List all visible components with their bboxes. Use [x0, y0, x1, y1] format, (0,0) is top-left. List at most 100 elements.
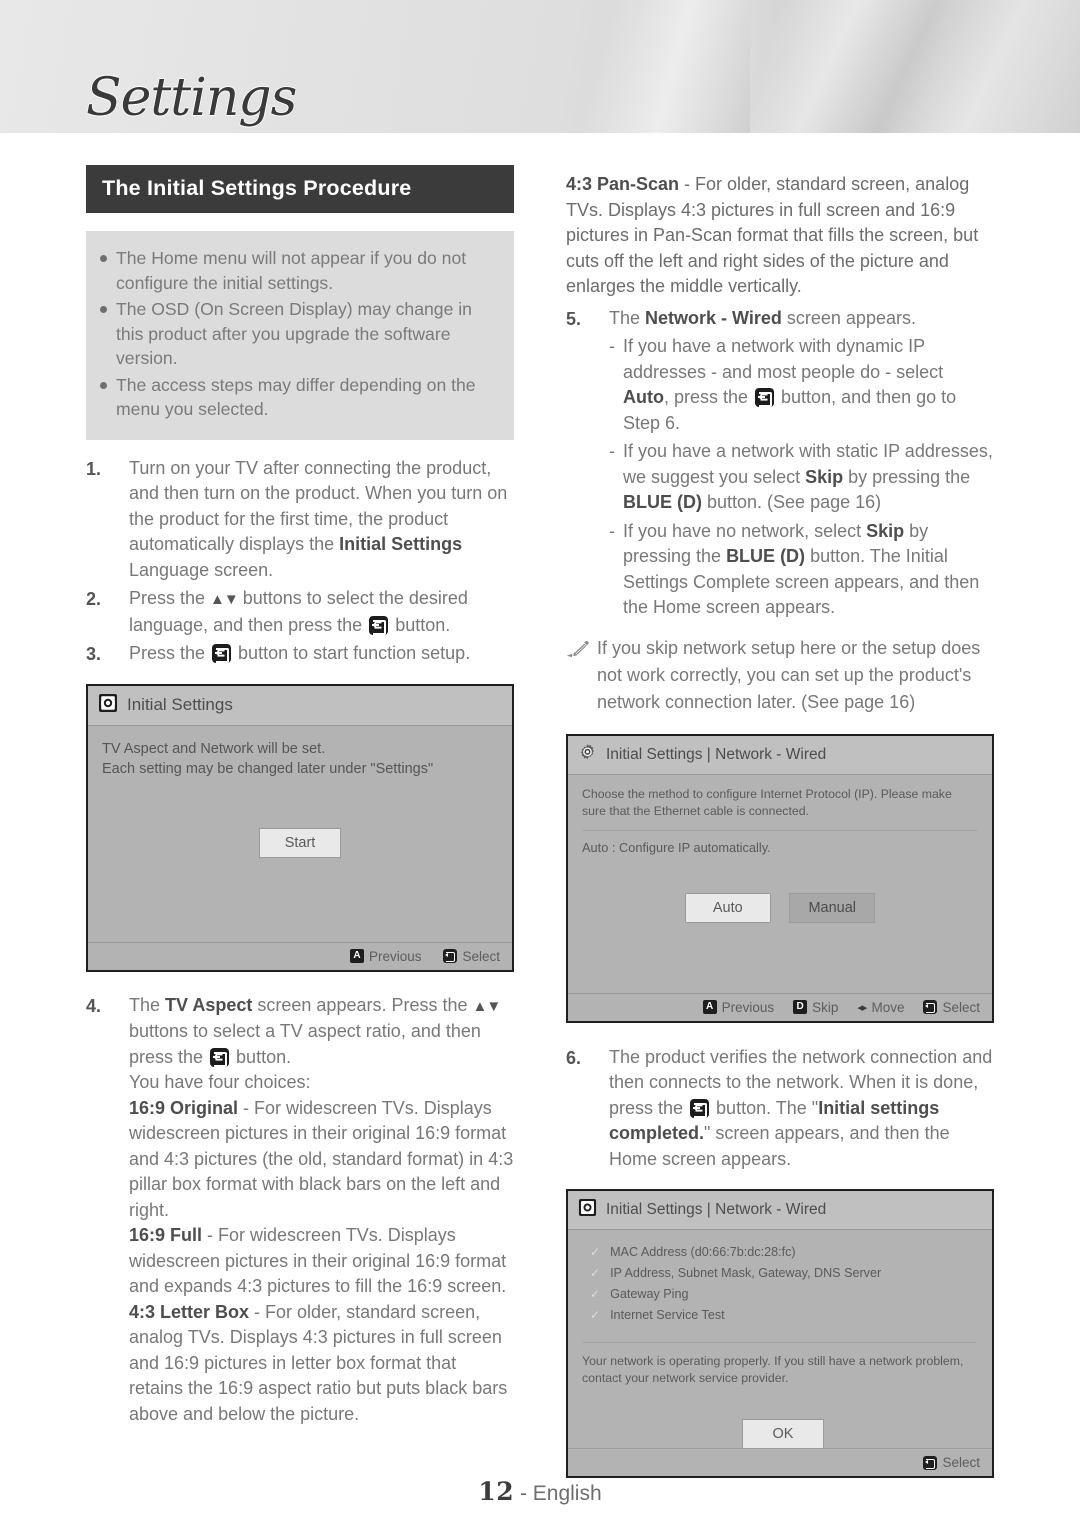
screenshot-footer: Select	[568, 1448, 992, 1476]
screenshot-network-wired-result: Initial Settings | Network - Wired ✓ MAC …	[566, 1189, 994, 1478]
screenshot-title: Initial Settings | Network - Wired	[606, 1201, 827, 1218]
step-5-lead: The Network - Wired screen appears.	[609, 306, 994, 332]
pencil-note-text: If you skip network setup here or the se…	[597, 637, 981, 712]
check-item: ✓ IP Address, Subnet Mask, Gateway, DNS S…	[590, 1263, 976, 1284]
footer-label: Move	[871, 999, 905, 1015]
screenshot-titlebar: Initial Settings | Network - Wired	[568, 735, 992, 775]
start-button[interactable]: Start	[259, 827, 341, 858]
step-number: 2.	[86, 589, 102, 609]
step-text: The	[609, 307, 646, 328]
footer-skip[interactable]: D Skip	[793, 1000, 838, 1015]
key-a-icon: A	[349, 949, 364, 963]
step-text: Press the	[129, 643, 211, 663]
dash-marker: -	[609, 441, 615, 461]
footer-select[interactable]: Select	[923, 1000, 980, 1015]
footer-label: Select	[462, 948, 500, 964]
footer-label: Select	[942, 1455, 980, 1470]
option-label: 16:9 Full	[129, 1225, 203, 1245]
substep-dynamic-ip: - If you have a network with dynamic IP …	[609, 334, 994, 436]
left-right-arrows-icon: ◂▸	[857, 1001, 867, 1014]
config-description: Choose the method to configure Internet …	[582, 786, 952, 818]
enter-button-icon	[210, 1047, 230, 1067]
step-text-end: button.	[390, 614, 451, 635]
check-label: Gateway Ping	[610, 1287, 689, 1301]
step-text-cont2: buttons to select a TV aspect ratio, and…	[129, 1021, 481, 1067]
ok-button[interactable]: OK	[742, 1419, 824, 1449]
footer-select[interactable]: Select	[443, 949, 500, 964]
step-4: 4. The TV Aspect screen appears. Press t…	[86, 993, 514, 1428]
footer-move[interactable]: ◂▸ Move	[857, 1000, 904, 1015]
step-body: Press the button to start function setup…	[129, 641, 514, 668]
screenshot-footer: A Previous D Skip ◂▸ Move Select	[568, 992, 992, 1021]
dash-marker: -	[609, 336, 615, 356]
auto-description: Auto : Configure IP automatically.	[582, 839, 771, 855]
screenshot-footer: A Previous Select	[88, 941, 512, 970]
enter-button-icon	[923, 1455, 938, 1470]
substep-text-cont: , press the	[663, 387, 754, 407]
page-number: 12	[478, 1477, 515, 1506]
key-d-icon: D	[793, 1000, 808, 1014]
step-emphasis: TV Aspect	[165, 994, 253, 1015]
screen-line-1: TV Aspect and Network will be set.	[102, 740, 326, 757]
step-emphasis: Network - Wired	[645, 307, 782, 328]
steps-list-left: 1. Turn on your TV after connecting the …	[86, 456, 514, 668]
footer-label: Previous	[721, 999, 775, 1015]
note-item: The OSD (On Screen Display) may change i…	[100, 297, 498, 371]
steps-list-right: 5. The Network - Wired screen appears. -…	[566, 306, 994, 621]
check-label: MAC Address (d0:66:7b:dc:28:fc)	[610, 1245, 796, 1259]
screenshot-titlebar: Initial Settings | Network - Wired	[568, 1191, 992, 1230]
check-icon: ✓	[590, 1245, 601, 1259]
screenshot-titlebar: Initial Settings	[88, 685, 512, 726]
step-text: The	[129, 994, 166, 1015]
footer-previous[interactable]: A Previous	[349, 949, 421, 964]
check-item: ✓ Internet Service Test	[590, 1305, 976, 1326]
note-item: The Home menu will not appear if you do …	[100, 246, 498, 295]
substep-text-end: button. (See page 16)	[702, 492, 882, 512]
check-icon: ✓	[590, 1266, 601, 1280]
note-item: The access steps may differ depending on…	[100, 373, 498, 422]
up-down-arrows-icon: ▲▼	[472, 997, 502, 1015]
footer-select[interactable]: Select	[923, 1455, 980, 1470]
step-number: 3.	[86, 644, 102, 664]
page-footer: 12 - English	[0, 1477, 1080, 1506]
footer-label: Select	[942, 999, 980, 1015]
step-body: The product verifies the network connect…	[609, 1045, 994, 1173]
auto-button[interactable]: Auto	[684, 892, 771, 923]
page-banner: Settings Settings	[0, 0, 1080, 133]
dash-marker: -	[609, 520, 615, 541]
step-number: 6.	[566, 1047, 582, 1068]
initial-settings-icon	[98, 693, 118, 718]
screenshot-content: TV Aspect and Network will be set. Each …	[88, 726, 512, 858]
status-text: Your network is operating properly. If y…	[582, 1354, 964, 1385]
screenshot-content: Choose the method to configure Internet …	[568, 775, 992, 923]
bullet-icon	[100, 297, 116, 371]
bullet-icon	[100, 373, 116, 422]
step-text-end: screen appears.	[781, 307, 916, 328]
step-6: 6. The product verifies the network conn…	[566, 1045, 994, 1173]
step-text-cont: button. The "	[711, 1097, 819, 1118]
screenshot-network-wired-config: Initial Settings | Network - Wired Choos…	[566, 733, 994, 1023]
screenshot-title: Initial Settings	[127, 695, 233, 714]
footer-label: Skip	[812, 999, 839, 1015]
step-3: 3. Press the button to start function se…	[86, 641, 514, 668]
left-column: The Initial Settings Procedure The Home …	[86, 165, 514, 1430]
enter-button-icon	[369, 615, 389, 635]
screenshot-initial-settings: Initial Settings TV Aspect and Network w…	[86, 683, 514, 972]
pencil-icon	[566, 635, 597, 716]
enter-button-icon	[690, 1098, 710, 1118]
footer-previous[interactable]: A Previous	[702, 999, 775, 1015]
blue-d-button-label: BLUE (D)	[623, 492, 702, 512]
step-text-cont: screen appears. Press the	[252, 994, 473, 1015]
option-4-3-letter-box: 4:3 Letter Box - For older, standard scr…	[129, 1300, 514, 1428]
bullet-icon	[100, 246, 116, 295]
step-number: 1.	[86, 458, 102, 479]
option-label: 4:3 Pan-Scan	[566, 174, 680, 194]
option-label: 4:3 Letter Box	[129, 1301, 250, 1322]
note-text: The Home menu will not appear if you do …	[116, 248, 467, 293]
step-body: Press the ▲▼ buttons to select the desir…	[129, 586, 514, 638]
gear-icon	[578, 743, 597, 767]
up-down-arrows-icon: ▲▼	[210, 591, 239, 608]
option-4-3-pan-scan: 4:3 Pan-Scan - For older, standard scree…	[566, 172, 994, 300]
check-label: Internet Service Test	[610, 1308, 725, 1322]
manual-button[interactable]: Manual	[789, 892, 876, 923]
